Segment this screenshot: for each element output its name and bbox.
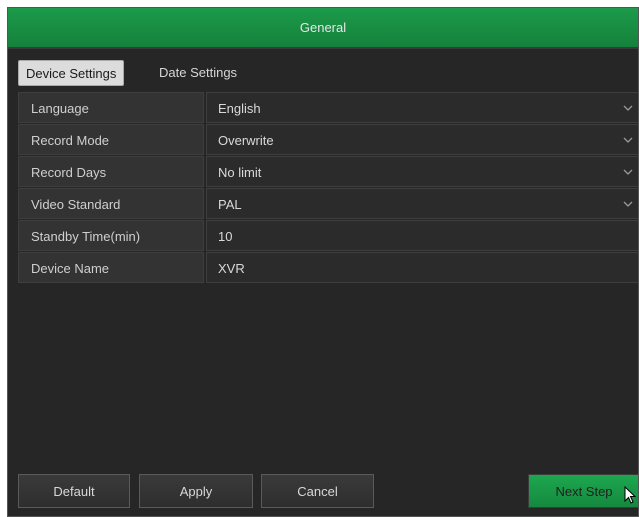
setting-row-standby-time: Standby Time(min) 10 [18, 220, 638, 251]
setting-label: Language [18, 92, 204, 123]
setting-value: PAL [218, 197, 242, 212]
tab-date-settings[interactable]: Date Settings [152, 60, 244, 86]
cancel-button[interactable]: Cancel [261, 474, 374, 508]
setting-value: No limit [218, 165, 262, 180]
record-days-select[interactable]: No limit [206, 156, 638, 187]
settings-table: Language English Record Mode Overwrite R… [18, 92, 638, 284]
setting-value: XVR [218, 261, 245, 276]
setting-value: English [218, 101, 261, 116]
setting-label: Standby Time(min) [18, 220, 204, 251]
dialog-title: General [8, 8, 638, 49]
standby-time-input[interactable]: 10 [206, 220, 638, 251]
video-standard-select[interactable]: PAL [206, 188, 638, 219]
setting-value: Overwrite [218, 133, 274, 148]
record-mode-select[interactable]: Overwrite [206, 124, 638, 155]
chevron-down-icon [623, 169, 633, 175]
device-name-input[interactable]: XVR [206, 252, 638, 283]
setting-row-record-days: Record Days No limit [18, 156, 638, 187]
next-step-button[interactable]: Next Step [528, 474, 638, 508]
setting-label: Video Standard [18, 188, 204, 219]
setting-row-record-mode: Record Mode Overwrite [18, 124, 638, 155]
setting-row-video-standard: Video Standard PAL [18, 188, 638, 219]
setting-value: 10 [218, 229, 233, 244]
setting-label: Device Name [18, 252, 204, 283]
chevron-down-icon [623, 201, 633, 207]
apply-button[interactable]: Apply [139, 474, 253, 508]
tab-device-settings[interactable]: Device Settings [18, 60, 124, 86]
chevron-down-icon [623, 137, 633, 143]
setting-label: Record Days [18, 156, 204, 187]
language-select[interactable]: English [206, 92, 638, 123]
setting-row-device-name: Device Name XVR [18, 252, 638, 283]
general-dialog: General Device Settings Date Settings La… [7, 7, 639, 517]
chevron-down-icon [623, 105, 633, 111]
setting-row-language: Language English [18, 92, 638, 123]
mouse-pointer-icon [624, 486, 636, 504]
setting-label: Record Mode [18, 124, 204, 155]
default-button[interactable]: Default [18, 474, 130, 508]
